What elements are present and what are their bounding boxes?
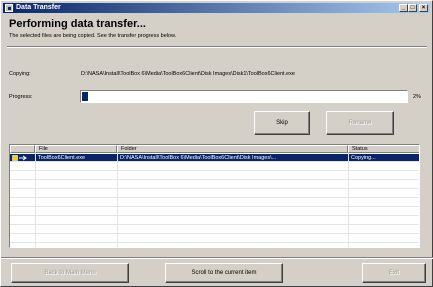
- maximize-button[interactable]: □: [408, 4, 417, 12]
- row-file: ToolBox6Client.exe: [38, 155, 86, 161]
- empty-row: [10, 217, 419, 225]
- progress-fill: [82, 92, 88, 101]
- empty-row: [10, 226, 419, 234]
- column-header-folder[interactable]: Folder: [117, 145, 348, 153]
- title-bar[interactable]: Data Transfer _ □ ×: [3, 3, 430, 13]
- list-header: File Folder Status: [10, 145, 419, 153]
- table-row[interactable]: ToolBox6Client.exe D:\NASA\Install\ToolB…: [10, 154, 419, 162]
- exit-button[interactable]: Exit: [362, 263, 426, 283]
- footer-divider: [1, 257, 433, 259]
- window-title: Data Transfer: [16, 4, 61, 11]
- empty-row: [10, 235, 419, 243]
- empty-row: [10, 172, 419, 180]
- transfer-list[interactable]: File Folder Status ToolBox6Client.exe D:…: [9, 144, 420, 248]
- page-title: Performing data transfer...: [9, 18, 146, 30]
- empty-row: [10, 181, 419, 189]
- skip-button[interactable]: Skip: [254, 111, 310, 135]
- copying-path: D:\NASA\Install\ToolBox 6\Media\ToolBox6…: [81, 71, 295, 77]
- close-button[interactable]: ×: [419, 4, 428, 12]
- minimize-button[interactable]: _: [399, 4, 408, 12]
- progress-label: Progress:: [9, 94, 33, 100]
- column-header-icon[interactable]: [10, 145, 35, 153]
- arrow-right-icon: [12, 155, 27, 161]
- row-status: Copying...: [351, 155, 376, 161]
- empty-row: [10, 199, 419, 207]
- scroll-to-current-item-button[interactable]: Scroll to the current item: [165, 263, 283, 283]
- rename-button[interactable]: Rename: [326, 111, 394, 135]
- data-transfer-window: Data Transfer _ □ × Performing data tran…: [0, 0, 433, 287]
- header-divider: [7, 46, 427, 48]
- progress-percent: 2%: [413, 94, 421, 100]
- column-header-status[interactable]: Status: [348, 145, 419, 153]
- empty-row: [10, 190, 419, 198]
- empty-row: [10, 163, 419, 171]
- column-divider: [348, 153, 349, 247]
- column-divider: [117, 153, 118, 247]
- column-header-file[interactable]: File: [35, 145, 117, 153]
- column-divider: [35, 153, 36, 247]
- progress-bar: [80, 90, 408, 103]
- copying-label: Copying:: [9, 71, 31, 77]
- back-to-main-menu-button[interactable]: Back to Main Menu: [11, 263, 129, 283]
- empty-row: [10, 208, 419, 216]
- app-icon: [5, 4, 13, 12]
- row-folder: D:\NASA\Install\ToolBox 6\Media\ToolBox6…: [120, 155, 277, 161]
- page-subtitle: The selected files are being copied. See…: [9, 33, 177, 39]
